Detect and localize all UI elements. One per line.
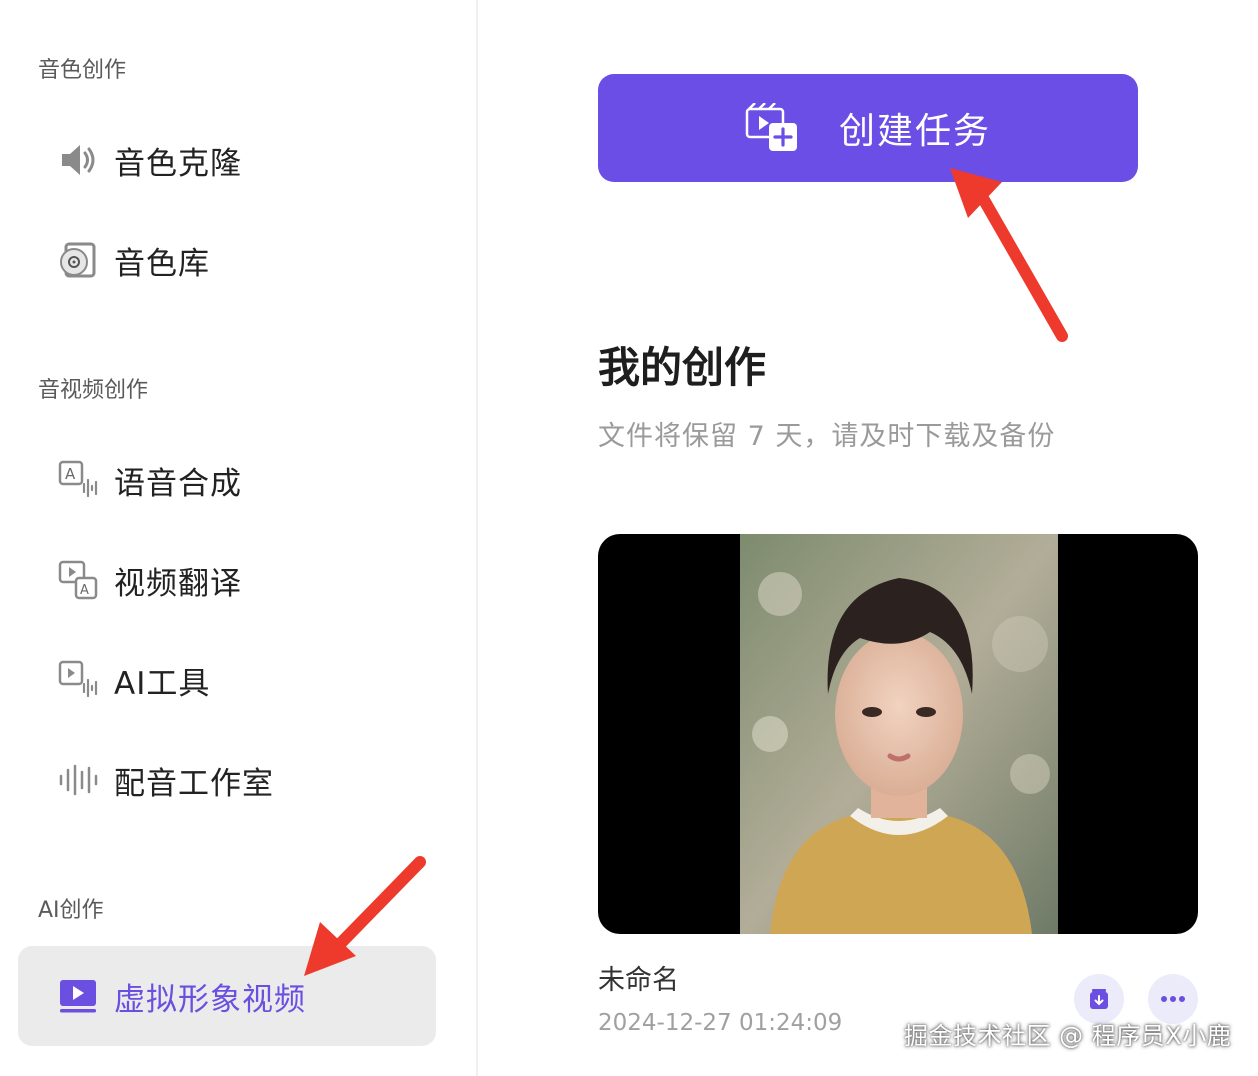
sidebar-item-virtual-avatar-video[interactable]: 虚拟形象视频 bbox=[18, 946, 436, 1046]
sidebar-item-label: 配音工作室 bbox=[114, 765, 274, 802]
create-task-button[interactable]: 创建任务 bbox=[598, 74, 1138, 182]
sidebar-item-voice-library[interactable]: 音色库 bbox=[18, 210, 436, 310]
section-title-ai-creation: AI创作 bbox=[38, 898, 104, 923]
video-thumbnail[interactable] bbox=[598, 534, 1198, 934]
svg-text:A: A bbox=[80, 583, 89, 598]
sidebar-item-speech-synthesis[interactable]: A 语音合成 bbox=[18, 430, 436, 530]
waveform-icon bbox=[56, 758, 100, 802]
sidebar-item-voice-clone[interactable]: 音色克隆 bbox=[18, 110, 436, 210]
sidebar-item-ai-tools[interactable]: AI工具 bbox=[18, 630, 436, 730]
svg-text:A: A bbox=[65, 465, 76, 483]
play-video-icon bbox=[56, 974, 100, 1018]
more-icon bbox=[1161, 996, 1185, 1002]
ai-tools-icon bbox=[56, 658, 100, 702]
disc-icon bbox=[56, 238, 100, 282]
download-icon bbox=[1090, 989, 1108, 1009]
speaker-icon bbox=[56, 138, 100, 182]
create-task-label: 创建任务 bbox=[838, 111, 991, 152]
watermark: 掘金技术社区 @ 程序员X小鹿 bbox=[904, 1022, 1232, 1050]
video-translate-icon: A bbox=[56, 558, 100, 602]
add-video-icon bbox=[745, 102, 801, 153]
creation-title: 未命名 bbox=[598, 965, 679, 996]
section-title-voice-creation: 音色创作 bbox=[38, 58, 127, 83]
section-title-av-creation: 音视频创作 bbox=[38, 378, 149, 403]
avatar-portrait-image bbox=[740, 534, 1058, 934]
sidebar-item-dubbing-studio[interactable]: 配音工作室 bbox=[18, 730, 436, 830]
sidebar-item-label: AI工具 bbox=[114, 665, 211, 702]
text-to-speech-icon: A bbox=[56, 458, 100, 502]
retention-notice: 文件将保留 7 天，请及时下载及备份 bbox=[598, 421, 1056, 452]
page-title: 我的创作 bbox=[598, 343, 767, 392]
creation-timestamp: 2024-12-27 01:24:09 bbox=[598, 1010, 843, 1036]
sidebar: 音色创作 音色克隆 音色库 音视频创作 A 语音合成 A 视频翻译 AI工具 配… bbox=[0, 0, 478, 1076]
main-content: 创建任务 我的创作 文件将保留 7 天，请及时下载及备份 未命名 2024-12… bbox=[478, 0, 1258, 1076]
sidebar-item-label: 视频翻译 bbox=[114, 565, 242, 602]
sidebar-item-video-translate[interactable]: A 视频翻译 bbox=[18, 530, 436, 630]
sidebar-item-label: 音色库 bbox=[114, 245, 210, 282]
sidebar-item-label: 音色克隆 bbox=[114, 145, 242, 182]
sidebar-item-label: 语音合成 bbox=[114, 465, 242, 502]
sidebar-item-label: 虚拟形象视频 bbox=[114, 981, 306, 1018]
